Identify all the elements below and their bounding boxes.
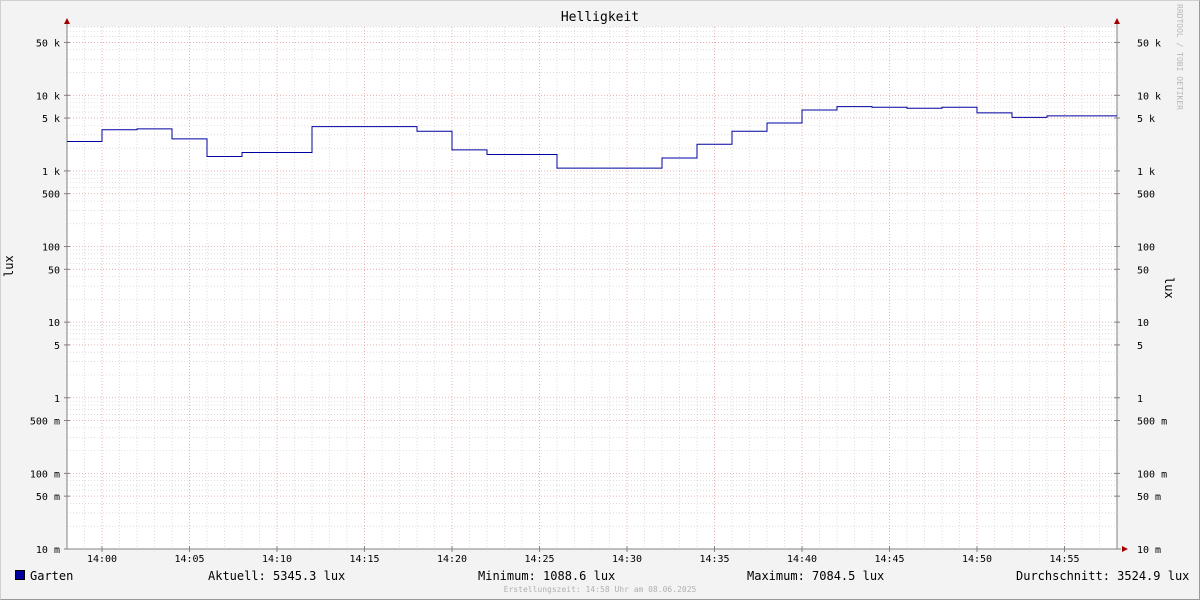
- y-tick-label-right: 10 k: [1137, 91, 1161, 102]
- x-tick-label: 14:05: [174, 554, 204, 565]
- x-axis-arrow: [1122, 546, 1128, 552]
- y-tick-label: 100: [42, 243, 60, 254]
- legend-average: Durchschnitt: 3524.9 lux: [1016, 569, 1190, 583]
- y-tick-label: 1: [54, 394, 60, 405]
- x-tick-label: 14:15: [349, 554, 379, 565]
- x-tick-label: 14:50: [962, 554, 992, 565]
- y-tick-label-right: 1 k: [1137, 167, 1155, 178]
- y-tick-label: 50 k: [36, 38, 60, 49]
- y-tick-label: 5: [54, 341, 60, 352]
- y-tick-label-right: 50: [1137, 265, 1149, 276]
- x-tick-label: 14:35: [699, 554, 729, 565]
- y-tick-label: 10: [48, 318, 60, 329]
- footer-timestamp: Erstellungszeit: 14:58 Uhr am 08.06.2025: [503, 585, 697, 594]
- y-tick-label: 1 k: [42, 167, 60, 178]
- y-tick-label: 10 m: [36, 545, 60, 556]
- y-tick-label-right: 50 m: [1137, 492, 1161, 503]
- y-tick-label-right: 500: [1137, 190, 1155, 201]
- y-tick-label-right: 50 k: [1137, 38, 1161, 49]
- x-tick-label: 14:20: [437, 554, 467, 565]
- y-tick-label-right: 5 k: [1137, 114, 1155, 125]
- y-tick-label: 50 m: [36, 492, 60, 503]
- y-tick-label-right: 500 m: [1137, 417, 1167, 428]
- watermark: RRDTOOL / TOBI OETIKER: [1175, 4, 1184, 110]
- x-tick-label: 14:10: [262, 554, 292, 565]
- y-tick-label: 10 k: [36, 91, 60, 102]
- x-tick-label: 14:30: [612, 554, 642, 565]
- chart-title: Helligkeit: [560, 10, 640, 25]
- y-tick-label: 50: [48, 265, 60, 276]
- chart-canvas: 14:00 14:05 14:10 14:15 14:20 14:25 14:30 14:35…: [30, 18, 1167, 565]
- y-tick-label-right: 5: [1137, 341, 1143, 352]
- y-tick-label: 100 m: [30, 469, 60, 480]
- y-tick-label-right: 10: [1137, 318, 1149, 329]
- y-tick-label-right: 10 m: [1137, 545, 1161, 556]
- y-tick-label-right: 1: [1137, 394, 1143, 405]
- y-axis-label-left: lux: [2, 255, 16, 277]
- legend-minimum: Minimum: 1088.6 lux: [478, 569, 616, 583]
- legend-series-name: Garten: [30, 569, 74, 583]
- x-tick-label: 14:00: [87, 554, 117, 565]
- x-tick-label: 14:45: [874, 554, 904, 565]
- x-tick-label: 14:25: [524, 554, 554, 565]
- legend-current: Aktuell: 5345.3 lux: [208, 569, 346, 583]
- y-tick-label: 500: [42, 190, 60, 201]
- y-tick-label: 5 k: [42, 114, 60, 125]
- legend-swatch: [15, 570, 25, 580]
- y-tick-label-right: 100 m: [1137, 469, 1167, 480]
- x-tick-label: 14:40: [787, 554, 817, 565]
- y-tick-label-right: 100: [1137, 243, 1155, 254]
- legend-maximum: Maximum: 7084.5 lux: [747, 569, 885, 583]
- y-tick-label: 500 m: [30, 417, 60, 428]
- y-axis-label-right: lux: [1162, 277, 1176, 299]
- x-tick-label: 14:55: [1049, 554, 1079, 565]
